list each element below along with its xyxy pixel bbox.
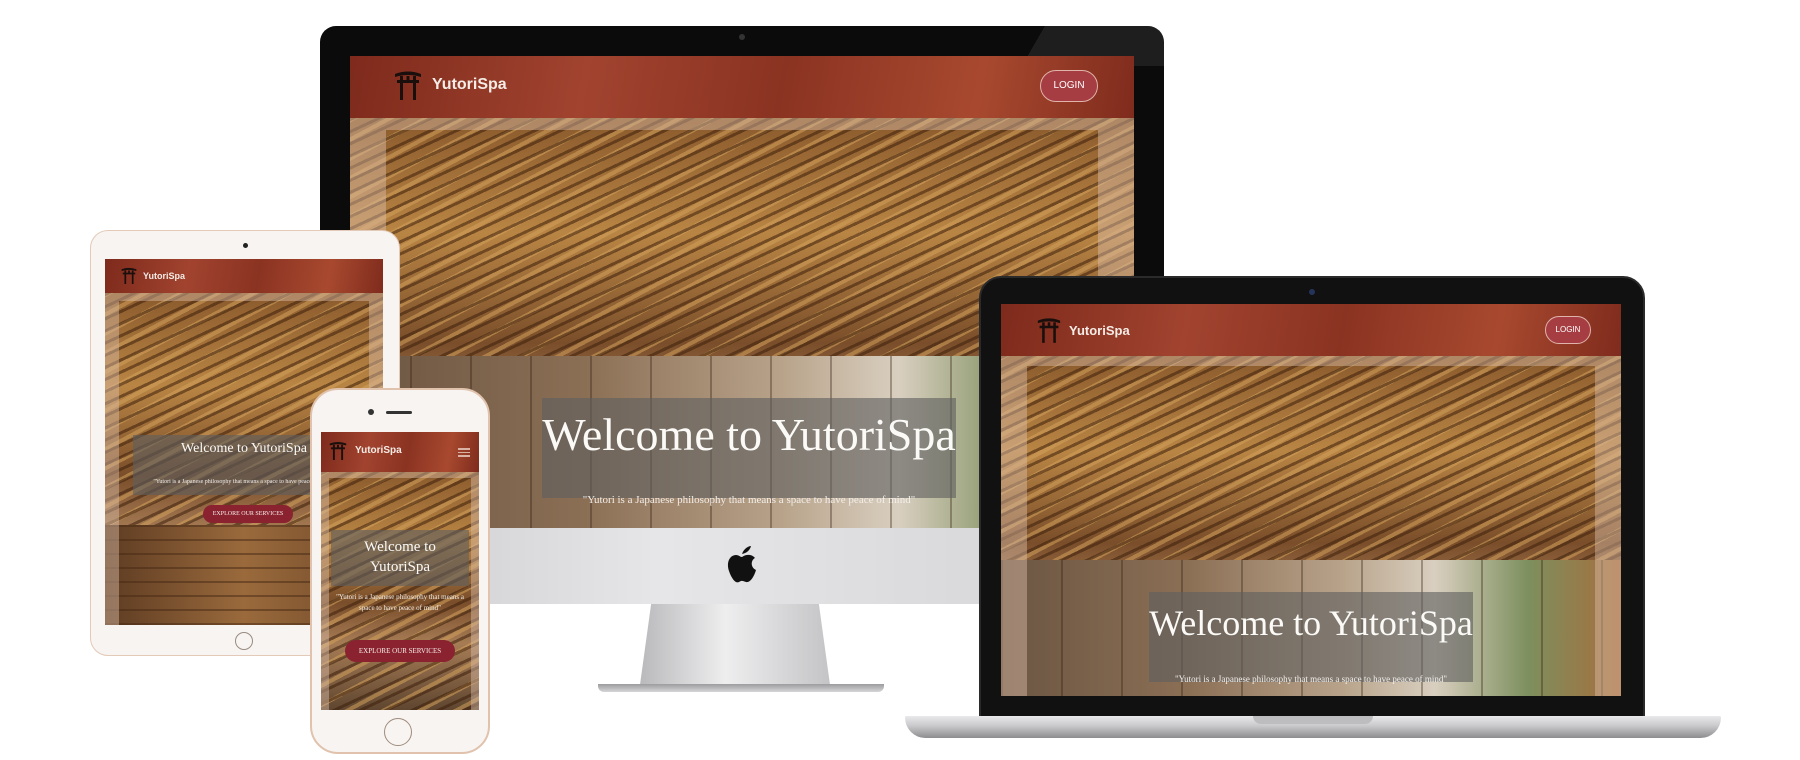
explore-services-button[interactable]: EXPLORE OUR SERVICES	[203, 505, 293, 523]
tablet-home-button	[235, 632, 253, 650]
brand[interactable]: YutoriSpa	[329, 441, 402, 460]
hero-quote: "Yutori is a Japanese philosophy that me…	[336, 593, 464, 612]
brand[interactable]: YutoriSpa	[121, 267, 185, 284]
navbar: YutoriSpa LOGIN	[350, 56, 1134, 118]
hero-section: Welcome to YutoriSpa "Yutori is a Japane…	[321, 472, 479, 710]
hero-title-overlay: Welcome to YutoriSpa	[542, 398, 956, 498]
torii-gate-icon	[395, 71, 421, 100]
torii-gate-icon	[121, 267, 137, 284]
phone-camera	[368, 409, 374, 415]
laptop-lid: YutoriSpa LOGIN Welcome to YutoriSpa "Yu…	[979, 276, 1645, 720]
laptop-screen: YutoriSpa LOGIN Welcome to YutoriSpa "Yu…	[1001, 304, 1621, 696]
hero-title-overlay: Welcome to YutoriSpa	[331, 530, 469, 586]
phone-speaker	[386, 411, 412, 414]
login-button[interactable]: LOGIN	[1040, 70, 1098, 102]
hero-title-overlay: Welcome to YutoriSpa	[1149, 592, 1473, 682]
laptop-camera	[1309, 289, 1315, 295]
phone-screen: YutoriSpa Welcome to YutoriSpa "Yutori i…	[321, 432, 479, 710]
navbar: YutoriSpa LOGIN	[1001, 304, 1621, 356]
torii-gate-icon	[1037, 318, 1061, 343]
monitor-stand	[640, 602, 830, 685]
monitor-stand-base	[598, 684, 884, 692]
hero-quote: "Yutori is a Japanese philosophy that me…	[1174, 674, 1448, 684]
login-button[interactable]: LOGIN	[1545, 316, 1591, 344]
monitor-camera	[739, 34, 745, 40]
phone: YutoriSpa Welcome to YutoriSpa "Yutori i…	[310, 388, 490, 754]
hero-quote: "Yutori is a Japanese philosophy that me…	[582, 494, 916, 506]
hamburger-menu-icon[interactable]	[458, 446, 470, 459]
explore-services-button[interactable]: EXPLORE OUR SERVICES	[345, 640, 455, 662]
brand-name: YutoriSpa	[1069, 322, 1130, 338]
apple-icon	[722, 542, 762, 588]
phone-home-button	[384, 718, 412, 746]
brand[interactable]: YutoriSpa	[394, 70, 507, 100]
hero-ceiling-image	[321, 472, 479, 710]
brand-name: YutoriSpa	[143, 270, 186, 281]
navbar: YutoriSpa	[321, 432, 479, 472]
hero-title: Welcome to YutoriSpa	[542, 409, 956, 460]
laptop: YutoriSpa LOGIN Welcome to YutoriSpa "Yu…	[905, 276, 1721, 750]
laptop-notch	[1253, 716, 1373, 724]
brand[interactable]: YutoriSpa	[1037, 317, 1130, 343]
tablet-camera	[243, 243, 248, 248]
brand-name: YutoriSpa	[355, 445, 402, 456]
navbar: YutoriSpa	[105, 259, 383, 293]
hero-title: Welcome to YutoriSpa	[1149, 603, 1473, 643]
hero-title: Welcome to YutoriSpa	[364, 539, 436, 575]
brand-name: YutoriSpa	[432, 76, 507, 93]
torii-gate-icon	[329, 441, 347, 460]
hero-section: Welcome to YutoriSpa "Yutori is a Japane…	[1001, 356, 1621, 696]
